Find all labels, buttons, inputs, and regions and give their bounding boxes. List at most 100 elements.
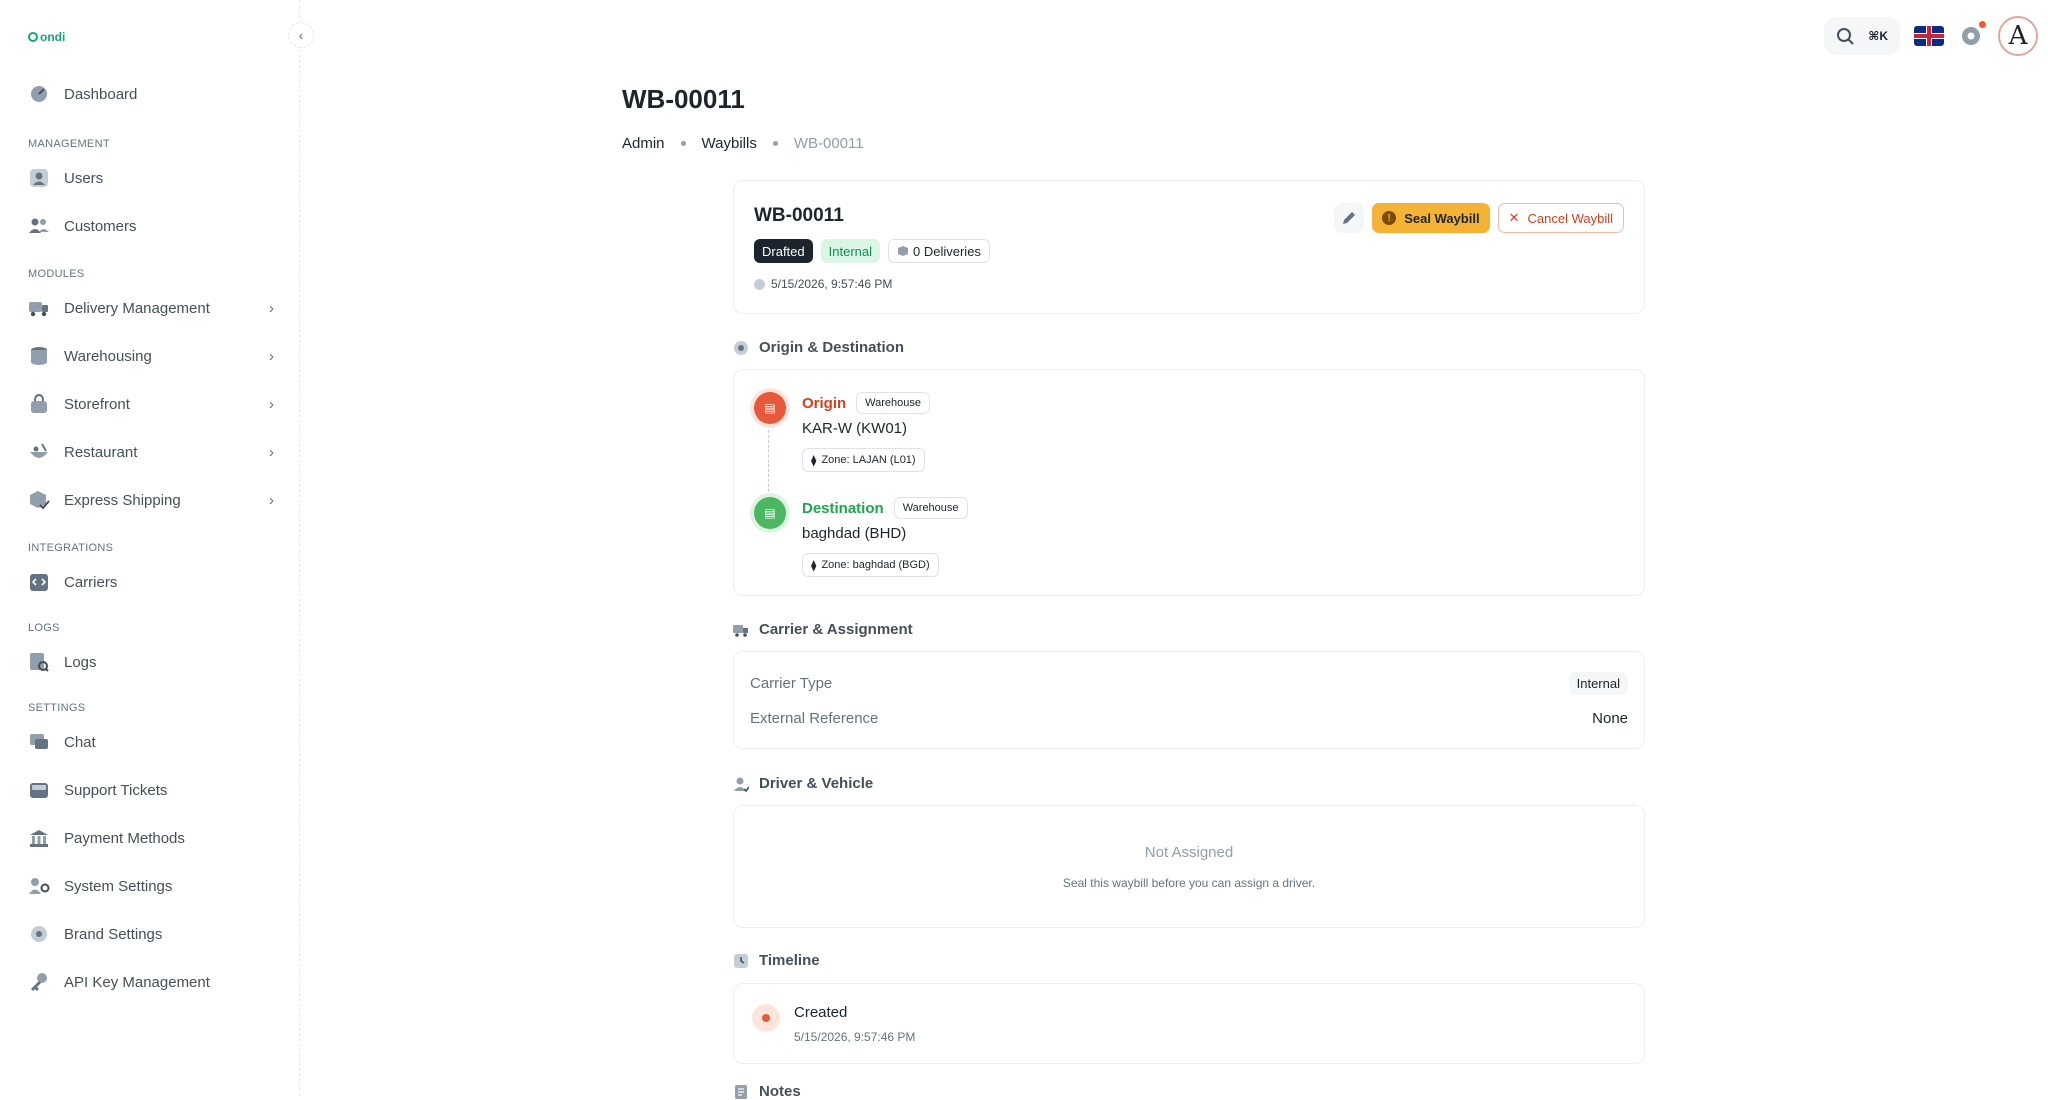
origin-zone-text: Zone: LAJAN (L01) bbox=[821, 454, 916, 466]
breadcrumb-admin[interactable]: Admin bbox=[622, 135, 665, 152]
bank-icon bbox=[28, 828, 50, 848]
sidebar-item-carriers[interactable]: Carriers bbox=[16, 560, 284, 604]
carrier-card: Carrier Type Internal External Reference… bbox=[733, 651, 1645, 749]
created-at: 5/15/2026, 9:57:46 PM bbox=[754, 277, 892, 291]
breadcrumb-separator bbox=[772, 141, 778, 146]
language-flag-icon[interactable] bbox=[1914, 26, 1944, 46]
external-reference-value: None bbox=[1592, 710, 1628, 727]
section-origin-destination: Origin & Destination bbox=[733, 339, 904, 356]
sidebar-item-support-tickets[interactable]: Support Tickets bbox=[16, 768, 284, 812]
origin-label-row: Origin Warehouse bbox=[802, 392, 931, 414]
destination-label-row: Destination Warehouse bbox=[802, 497, 968, 519]
waybill-code: WB-00011 bbox=[754, 205, 844, 226]
notes-icon bbox=[733, 1084, 749, 1100]
sidebar-item-customers[interactable]: Customers bbox=[16, 204, 284, 248]
user-icon bbox=[28, 168, 50, 188]
cancel-waybill-label: Cancel Waybill bbox=[1527, 210, 1614, 226]
seal-waybill-label: Seal Waybill bbox=[1404, 210, 1480, 226]
timeline-event-title: Created bbox=[794, 1004, 848, 1021]
sidebar-item-api-key-management[interactable]: API Key Management bbox=[16, 960, 284, 1004]
sidebar-item-payment-methods[interactable]: Payment Methods bbox=[16, 816, 284, 860]
customers-icon bbox=[28, 216, 50, 236]
sidebar-item-label: Users bbox=[64, 169, 104, 187]
not-assigned-title: Not Assigned bbox=[1144, 844, 1234, 861]
nav-section-settings: SETTINGS bbox=[28, 702, 86, 714]
sidebar-item-label: Payment Methods bbox=[64, 829, 185, 847]
origin-destination-card: ▤ Origin Warehouse KAR-W (KW01) ⧫ Zone: … bbox=[733, 369, 1645, 596]
log-search-icon bbox=[28, 652, 50, 672]
search-shortcut: ⌘K bbox=[1868, 29, 1888, 43]
sidebar-item-restaurant[interactable]: Restaurant › bbox=[16, 430, 284, 474]
section-title-text: Carrier & Assignment bbox=[759, 621, 913, 638]
section-title-text: Timeline bbox=[759, 952, 820, 969]
sidebar-item-logs[interactable]: Logs bbox=[16, 640, 284, 684]
package-check-icon bbox=[28, 490, 50, 510]
sidebar-item-label: API Key Management bbox=[64, 973, 210, 991]
destination-kind-tag: Warehouse bbox=[893, 497, 968, 519]
chevron-right-icon: › bbox=[269, 299, 274, 317]
status-badge: Drafted bbox=[754, 239, 813, 263]
sidebar-item-label: System Settings bbox=[64, 877, 173, 895]
sidebar-item-brand-settings[interactable]: Brand Settings bbox=[16, 912, 284, 956]
sidebar-item-chat[interactable]: Chat bbox=[16, 720, 284, 764]
header-actions: ! Seal Waybill ✕ Cancel Waybill bbox=[1334, 203, 1624, 233]
chevron-right-icon: › bbox=[269, 443, 274, 461]
seal-icon: ! bbox=[1382, 211, 1397, 225]
search-icon bbox=[1837, 28, 1854, 45]
settings-button[interactable] bbox=[1958, 21, 1986, 49]
sidebar-item-storefront[interactable]: Storefront › bbox=[16, 382, 284, 426]
clock-icon bbox=[733, 953, 749, 969]
carrier-code-icon bbox=[28, 572, 50, 592]
nav-section-integrations: INTEGRATIONS bbox=[28, 542, 114, 554]
breadcrumb-waybills[interactable]: Waybills bbox=[702, 135, 757, 152]
sidebar-item-label: Logs bbox=[64, 653, 97, 671]
origin-zone: ⧫ Zone: LAJAN (L01) bbox=[802, 448, 925, 472]
external-reference-label: External Reference bbox=[750, 710, 879, 727]
edit-button[interactable] bbox=[1334, 203, 1365, 233]
logo-mark-icon bbox=[28, 32, 38, 42]
database-icon bbox=[28, 346, 50, 366]
box-icon bbox=[898, 246, 909, 256]
origin-kind-tag: Warehouse bbox=[856, 392, 931, 414]
nav-section-modules: MODULES bbox=[28, 268, 85, 280]
chevron-right-icon: › bbox=[269, 491, 274, 509]
dashboard-icon bbox=[28, 84, 50, 104]
sidebar-item-dashboard[interactable]: Dashboard bbox=[16, 72, 284, 116]
sidebar-item-users[interactable]: Users bbox=[16, 156, 284, 200]
breadcrumb: Admin Waybills WB-00011 bbox=[622, 135, 864, 152]
timeline-card: Created 5/15/2026, 9:57:46 PM bbox=[733, 983, 1645, 1064]
gear-icon bbox=[1962, 27, 1980, 45]
destination-name: baghdad (BHD) bbox=[802, 525, 907, 542]
sidebar-item-label: Customers bbox=[64, 217, 137, 235]
carrier-type-label: Carrier Type bbox=[750, 675, 833, 692]
search-button[interactable]: ⌘K bbox=[1824, 17, 1900, 55]
logo-text: ondi bbox=[40, 30, 66, 44]
section-timeline: Timeline bbox=[733, 952, 820, 969]
key-icon bbox=[28, 972, 50, 992]
sidebar-item-label: Dashboard bbox=[64, 85, 138, 103]
food-bowl-icon bbox=[28, 442, 50, 462]
sidebar-item-label: Express Shipping bbox=[64, 491, 181, 509]
sidebar-item-label: Chat bbox=[64, 733, 96, 751]
origin-warehouse-icon: ▤ bbox=[754, 392, 786, 424]
brand-logo[interactable]: ondi bbox=[28, 30, 65, 44]
cancel-waybill-button[interactable]: ✕ Cancel Waybill bbox=[1497, 203, 1624, 233]
timeline-event-time: 5/15/2026, 9:57:46 PM bbox=[794, 1030, 916, 1044]
sidebar-item-delivery-management[interactable]: Delivery Management › bbox=[16, 286, 284, 330]
sidebar-item-label: Storefront bbox=[64, 395, 130, 413]
clock-icon bbox=[754, 278, 765, 290]
zone-pin-icon: ⧫ bbox=[811, 454, 817, 467]
chat-icon bbox=[28, 732, 50, 752]
sidebar-item-express-shipping[interactable]: Express Shipping › bbox=[16, 478, 284, 522]
sidebar-item-warehousing[interactable]: Warehousing › bbox=[16, 334, 284, 378]
section-driver-vehicle: Driver & Vehicle bbox=[733, 775, 873, 792]
seal-waybill-button[interactable]: ! Seal Waybill bbox=[1372, 203, 1490, 233]
notification-dot bbox=[1979, 21, 1986, 28]
nav-section-logs: LOGS bbox=[28, 622, 60, 634]
deliveries-badge: 0 Deliveries bbox=[888, 239, 990, 263]
topbar: ⌘K A bbox=[1824, 16, 2038, 56]
avatar[interactable]: A bbox=[1998, 16, 2038, 56]
collapse-sidebar-button[interactable]: ‹ bbox=[288, 22, 314, 48]
sidebar-item-system-settings[interactable]: System Settings bbox=[16, 864, 284, 908]
created-at-value: 5/15/2026, 9:57:46 PM bbox=[771, 277, 893, 291]
